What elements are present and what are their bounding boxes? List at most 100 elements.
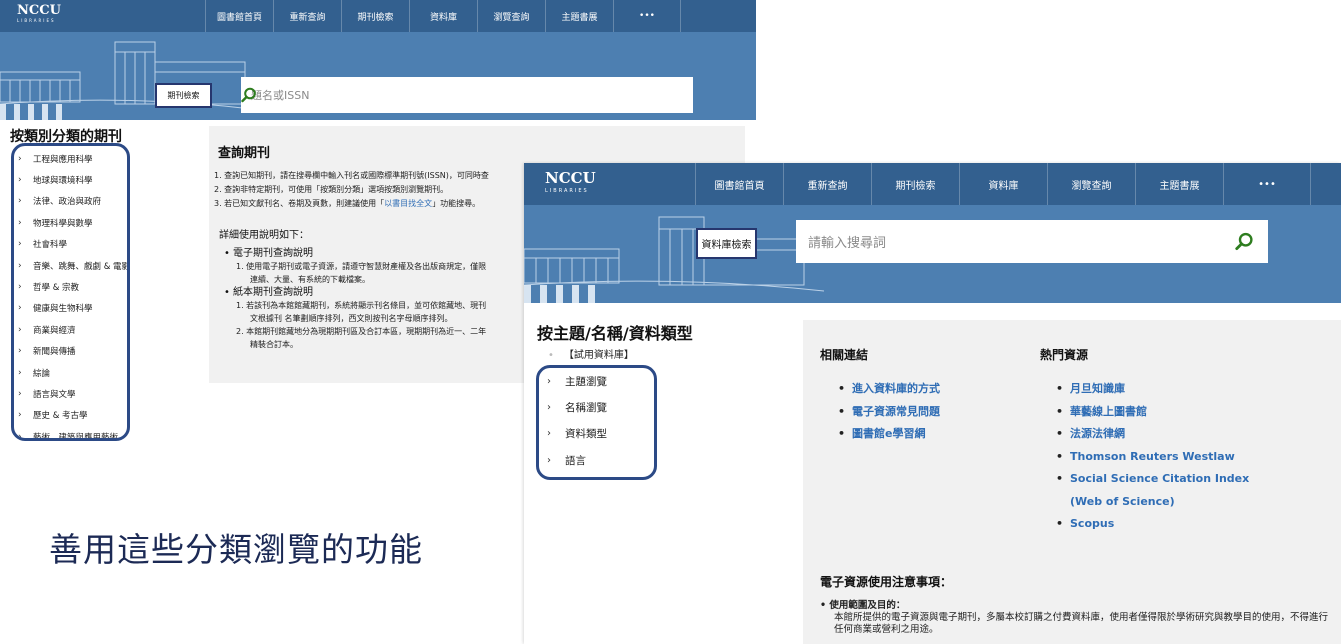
journal-help-title: 查詢期刊 <box>218 146 271 161</box>
help-step-text: 2. 查詢非特定期刊，可使用「按類別分類」選項按類別瀏覽期刊。 <box>214 185 449 194</box>
journal-search-input[interactable]: 題名或ISSN <box>241 77 693 113</box>
usage-scope-heading-text: 使用範圍及目的： <box>829 600 906 611</box>
print-help-title: • 紙本期刊查詢說明 <box>224 286 486 299</box>
popular-link[interactable]: • Scopus <box>1056 513 1249 536</box>
help-step-text: 」功能搜尋。 <box>432 199 481 208</box>
slide: NCCU LIBRARIES 圖書館首頁 重新查詢 期刊檢索 資料庫 瀏覽查詢 … <box>0 0 1341 644</box>
related-links-title: 相關連結 <box>820 348 869 362</box>
database-search-screenshot: NCCU LIBRARIES 圖書館首頁 重新查詢 期刊檢索 資料庫 瀏覽查詢 … <box>524 163 1341 644</box>
ejournal-help-title: • 電子期刊查詢說明 <box>224 247 486 260</box>
help-step: 3. 若已知文獻刊名、卷期及頁數，則建議使用「以書目找全文」功能搜尋。 <box>214 197 489 211</box>
slide-caption: 善用這些分類瀏覽的功能 <box>49 530 423 569</box>
logo-sub: LIBRARIES <box>17 18 56 23</box>
help-step-text: 1. 查詢已知期刊，請在搜尋欄中輸入刊名或國際標準期刊號(ISSN)，可同時查 <box>214 171 489 180</box>
popular-link[interactable]: • 華藝線上圖書館 <box>1056 401 1249 424</box>
related-link[interactable]: • 圖書館e學習網 <box>838 423 940 446</box>
help-step: 2. 查詢非特定期刊，可使用「按類別分類」選項按類別瀏覽期刊。 <box>214 183 489 197</box>
popular-link[interactable]: • 月旦知識庫 <box>1056 378 1249 401</box>
main-nav: 圖書館首頁 重新查詢 期刊檢索 資料庫 瀏覽查詢 主題書展 ••• <box>695 163 1311 205</box>
nav-new-search[interactable]: 重新查詢 <box>783 163 871 205</box>
nav-databases[interactable]: 資料庫 <box>409 0 477 32</box>
popular-link[interactable]: • Thomson Reuters Westlaw <box>1056 446 1249 469</box>
popular-resources-list: • 月旦知識庫 • 華藝線上圖書館 • 法源法律網 • Thomson Reuters … <box>1056 378 1249 536</box>
nav-library-home[interactable]: 圖書館首頁 <box>695 163 783 205</box>
search-icon[interactable] <box>1235 232 1254 251</box>
top-nav-bar: NCCU LIBRARIES 圖書館首頁 重新查詢 期刊檢索 資料庫 瀏覽查詢 … <box>0 0 756 32</box>
logo-main: NCCU <box>545 169 596 187</box>
help-line: 1. 若該刊為本館館藏期刊，系統將顯示刊名條目，並可依館藏地、現刊 <box>236 301 487 310</box>
database-search-input[interactable]: 請輸入搜尋詞 <box>796 220 1268 263</box>
hero-banner: 期刊檢索 題名或ISSN <box>0 32 756 120</box>
search-placeholder: 請輸入搜尋詞 <box>808 236 887 251</box>
usage-notice: • 使用範圍及目的： 本館所提供的電子資源與電子期刊，多屬本校訂購之付費資料庫，… <box>820 600 1336 636</box>
bullet-icon: • <box>1056 517 1064 530</box>
nav-book-exhibits[interactable]: 主題書展 <box>1135 163 1223 205</box>
related-links-list: • 進入資料庫的方式 • 電子資源常見問題 • 圖書館e學習網 <box>838 378 940 446</box>
related-link-label: 圖書館e學習網 <box>852 427 926 440</box>
related-link[interactable]: • 進入資料庫的方式 <box>838 378 940 401</box>
category-highlight-ring <box>11 143 130 441</box>
help-step-text: 3. 若已知文獻刊名、卷期及頁數，則建議使用「 <box>214 199 385 208</box>
logo-main: NCCU <box>17 3 61 18</box>
bullet-icon: • <box>820 600 830 611</box>
nav-databases[interactable]: 資料庫 <box>959 163 1047 205</box>
related-link-label: 進入資料庫的方式 <box>852 382 940 395</box>
bullet-icon: • <box>1056 404 1064 418</box>
popular-link-label: 華藝線上圖書館 <box>1070 404 1147 418</box>
nav-journal-search[interactable]: 期刊檢索 <box>341 0 409 32</box>
print-help-title-text: 紙本期刊查詢說明 <box>233 287 313 298</box>
journal-help-steps: 1. 查詢已知期刊，請在搜尋欄中輸入刊名或國際標準期刊號(ISSN)，可同時查 … <box>214 169 489 211</box>
search-icon[interactable] <box>241 87 257 103</box>
ejournal-help-title-text: 電子期刊查詢說明 <box>233 248 313 259</box>
help-sections: • 電子期刊查詢說明 1. 使用電子期刊或電子資源，請遵守智慧財產權及各出版商規定… <box>224 247 486 351</box>
find-fulltext-link[interactable]: 以書目找全文 <box>384 199 432 208</box>
nav-library-home[interactable]: 圖書館首頁 <box>205 0 273 32</box>
popular-link-label: Scopus <box>1070 517 1115 530</box>
bullet-icon: • <box>224 287 230 298</box>
popular-link-label: Social Science Citation Index <box>1070 472 1250 485</box>
usage-notice-title: 電子資源使用注意事項： <box>820 575 953 589</box>
nav-journal-search[interactable]: 期刊檢索 <box>871 163 959 205</box>
nav-more-icon[interactable]: ••• <box>613 0 681 32</box>
help-line: 連續、大量、有系統的下載檔案。 <box>250 275 370 284</box>
bullet-icon: • <box>838 427 846 440</box>
bullet-icon: • <box>548 350 554 361</box>
popular-link-label: Thomson Reuters Westlaw <box>1070 449 1235 463</box>
bullet-icon: • <box>1056 449 1064 463</box>
help-line: 1. 使用電子期刊或電子資源，請遵守智慧財產權及各出版商規定，僅限 <box>236 262 487 271</box>
help-step: 1. 查詢已知期刊，請在搜尋欄中輸入刊名或國際標準期刊號(ISSN)，可同時查 <box>214 169 489 183</box>
nav-browse[interactable]: 瀏覽查詢 <box>477 0 545 32</box>
help-line: 精裝合訂本。 <box>250 340 298 349</box>
usage-scope-heading: • 使用範圍及目的： <box>820 600 1336 612</box>
related-link-label: 電子資源常見問題 <box>852 404 940 418</box>
nccu-logo[interactable]: NCCU LIBRARIES <box>545 171 596 194</box>
search-placeholder: 題名或ISSN <box>251 89 310 102</box>
bullet-icon: • <box>1056 382 1064 395</box>
related-link[interactable]: • 電子資源常見問題 <box>838 401 940 424</box>
library-building-illustration <box>0 41 260 120</box>
popular-link-label-wrap: (Web of Science) <box>1070 494 1175 508</box>
popular-link[interactable]: • 法源法律網 <box>1056 423 1249 446</box>
nav-new-search[interactable]: 重新查詢 <box>273 0 341 32</box>
popular-link-label: 月旦知識庫 <box>1070 382 1125 395</box>
nav-browse[interactable]: 瀏覽查詢 <box>1047 163 1135 205</box>
trial-databases-label: 【試用資料庫】 <box>563 350 634 361</box>
browse-highlight-ring <box>536 365 657 480</box>
journal-search-mode-label[interactable]: 期刊檢索 <box>155 83 212 108</box>
detail-label: 詳細使用說明如下： <box>219 230 309 241</box>
help-line: 文根據刊 名筆劃順序排列，西文則按刊名字母順序排列。 <box>250 314 453 323</box>
main-nav: 圖書館首頁 重新查詢 期刊檢索 資料庫 瀏覽查詢 主題書展 ••• <box>205 0 681 32</box>
usage-scope-body: 本館所提供的電子資源與電子期刊，多屬本校訂購之付費資料庫，使用者僅得限於學術研究… <box>834 612 1329 635</box>
nav-more-icon[interactable]: ••• <box>1223 163 1311 205</box>
bullet-icon: • <box>224 248 230 259</box>
database-search-mode-label[interactable]: 資料庫檢索 <box>696 228 757 259</box>
help-line: 2. 本館期刊館藏地分為現期期刊區及合訂本區，現期期刊為近一、二年 <box>236 327 487 336</box>
browse-section-title: 按主題/名稱/資料類型 <box>537 324 693 343</box>
trial-databases-link[interactable]: • 【試用資料庫】 <box>548 346 634 361</box>
popular-resources-title: 熱門資源 <box>1040 348 1089 362</box>
nccu-logo[interactable]: NCCU LIBRARIES <box>17 4 61 23</box>
bullet-icon: • <box>838 404 846 418</box>
popular-link[interactable]: • Social Science Citation Index (Web of Sc… <box>1056 468 1249 513</box>
bullet-icon: • <box>1056 427 1064 440</box>
nav-book-exhibits[interactable]: 主題書展 <box>545 0 613 32</box>
